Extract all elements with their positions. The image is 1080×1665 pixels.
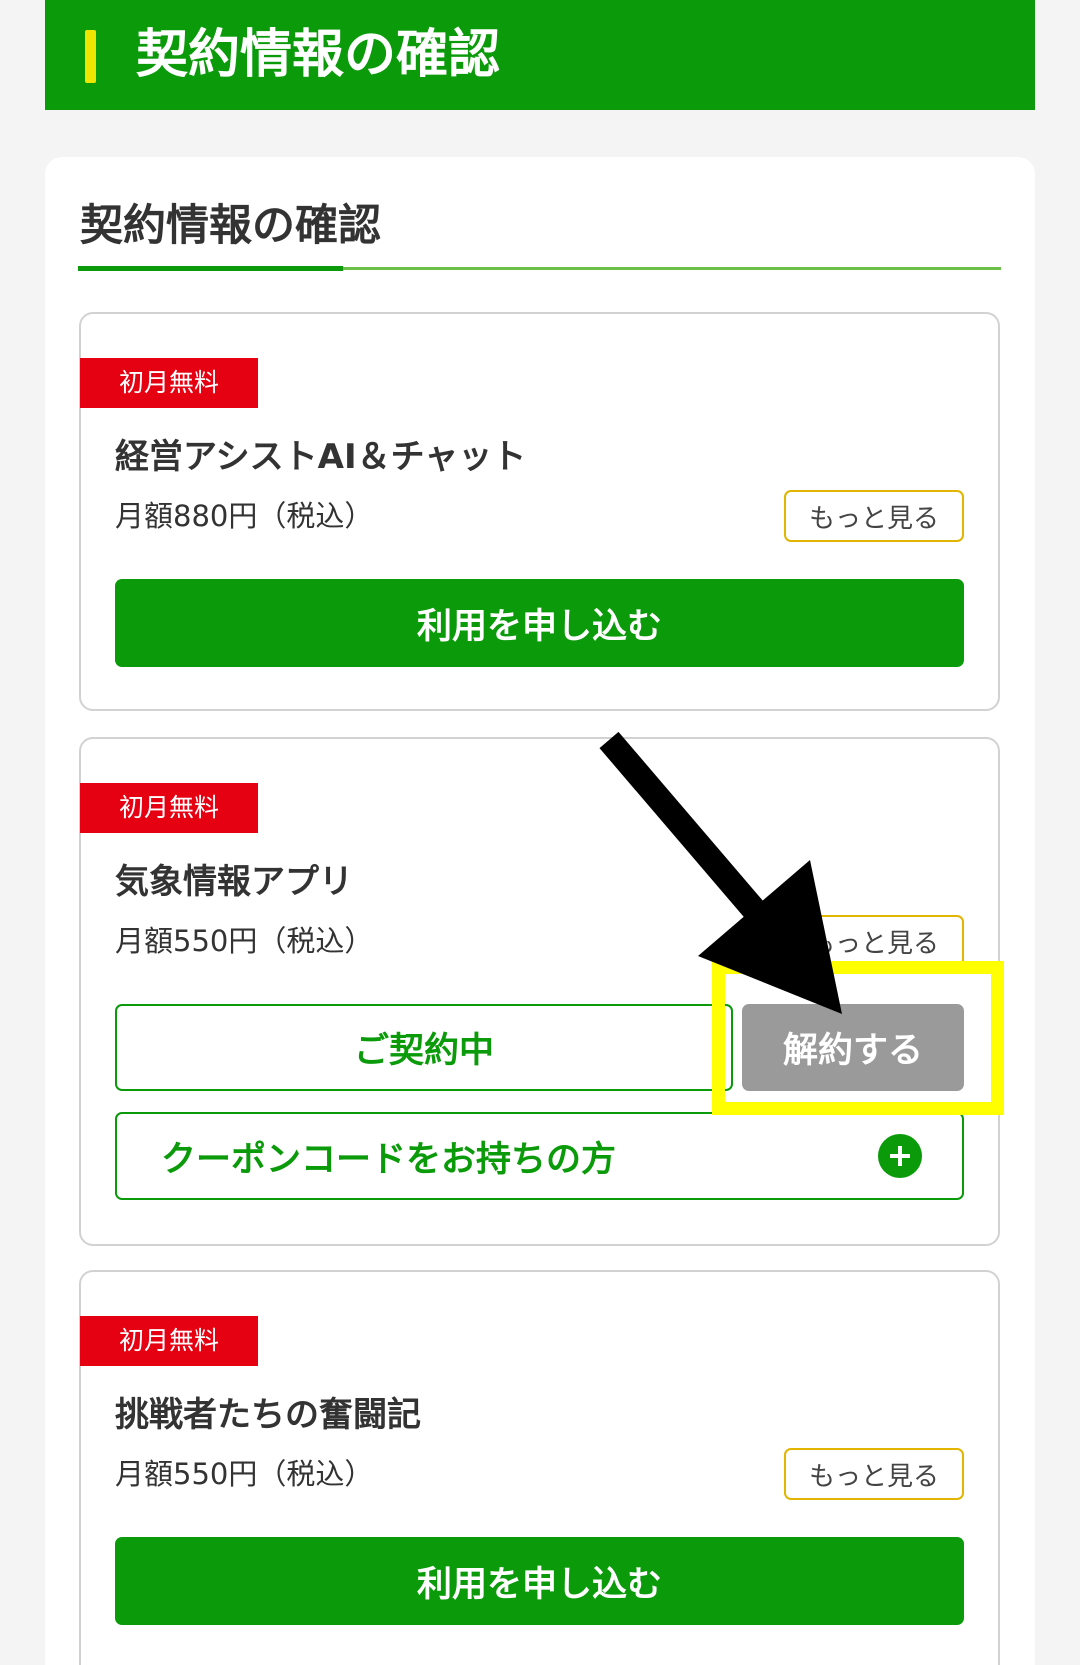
free-first-month-badge: 初月無料 [80,1316,258,1366]
section-heading: 契約情報の確認 [80,201,381,251]
plan-price: 月額550円（税込） [115,1457,374,1491]
page-header: 契約情報の確認 [45,0,1035,110]
contract-panel: 契約情報の確認 初月無料 経営アシストAI＆チャット 月額880円（税込） もっ… [45,157,1035,1665]
apply-button[interactable]: 利用を申し込む [115,579,964,667]
coupon-label: クーポンコードをお持ちの方 [161,1139,617,1180]
plan-price: 月額550円（税込） [115,924,374,958]
apply-button[interactable]: 利用を申し込む [115,1537,964,1625]
cancel-button[interactable]: 解約する [742,1004,964,1091]
plan-name: 気象情報アプリ [115,862,353,902]
more-button[interactable]: もっと見る [784,490,964,542]
page-title: 契約情報の確認 [136,25,501,85]
plan-price: 月額880円（税込） [115,499,374,533]
free-first-month-badge: 初月無料 [80,783,258,833]
section-underline [343,267,1001,270]
plan-card: 初月無料 経営アシストAI＆チャット 月額880円（税込） もっと見る 利用を申… [79,312,1000,711]
plan-name: 挑戦者たちの奮闘記 [115,1395,421,1435]
free-first-month-badge: 初月無料 [80,358,258,408]
plus-circle-icon [878,1134,922,1178]
plan-card: 初月無料 挑戦者たちの奮闘記 月額550円（税込） もっと見る 利用を申し込む [79,1270,1000,1665]
plan-name: 経営アシストAI＆チャット [115,437,527,477]
section-underline-accent [78,266,343,271]
subscribed-status: ご契約中 [115,1004,733,1091]
more-button[interactable]: もっと見る [784,915,964,967]
coupon-code-toggle[interactable]: クーポンコードをお持ちの方 [115,1112,964,1200]
header-accent-bar [85,30,96,83]
plan-card: 初月無料 気象情報アプリ 月額550円（税込） もっと見る ご契約中 解約する … [79,737,1000,1246]
more-button[interactable]: もっと見る [784,1448,964,1500]
